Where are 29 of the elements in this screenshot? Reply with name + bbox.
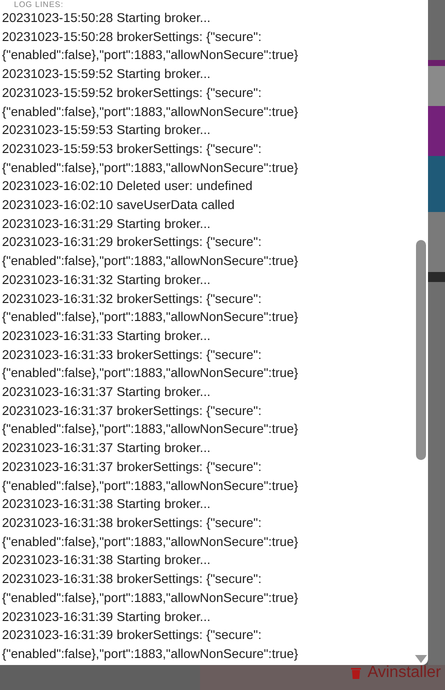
trash-icon bbox=[351, 667, 362, 679]
log-line: 20231023-16:31:32 brokerSettings: {"secure": {"enabled":false},"port":1883,"allowNonSecure":true} bbox=[2, 290, 300, 326]
log-line: 20231023-16:02:10 saveUserData called bbox=[2, 196, 236, 214]
log-line: 20231023-16:02:10 Deleted user: undefined bbox=[2, 177, 254, 196]
log-line: 20231023-15:50:28 Starting broker... bbox=[2, 9, 212, 27]
uninstall-button[interactable]: Avinstaller bbox=[351, 661, 445, 685]
scrollbar-thumb[interactable] bbox=[416, 240, 426, 460]
log-label: LOG LINES: bbox=[13, 0, 64, 9]
log-line: 20231023-15:59:53 brokerSettings: {"secure": {"enabled":false},"port":1883,"allowNonSecure":true} bbox=[2, 140, 300, 177]
log-line: 20231023-16:31:37 Starting broker... bbox=[2, 439, 212, 458]
log-line: 20231023-16:31:39 Starting broker... bbox=[2, 608, 212, 626]
log-line: 20231023-16:31:33 brokerSettings: {"secure": {"enabled":false},"port":1883,"allowNonSecure":true} bbox=[2, 346, 300, 382]
log-line: 20231023-15:59:53 Starting broker... bbox=[2, 121, 212, 140]
log-line: 20231023-16:31:37 brokerSettings: {"secure": {"enabled":false},"port":1883,"allowNonSecure":true} bbox=[2, 458, 300, 495]
log-line: 20231023-16:31:38 brokerSettings: {"secure": {"enabled":false},"port":1883,"allowNonSecure":true} bbox=[2, 570, 300, 607]
log-line: 20231023-15:59:52 brokerSettings: {"secure": {"enabled":false},"port":1883,"allowNonSecure":true} bbox=[2, 84, 300, 121]
log-line: 20231023-16:31:29 Starting broker... bbox=[2, 214, 212, 233]
log-line: 20231023-15:50:28 brokerSettings: {"secure": {"enabled":false},"port":1883,"allowNonSecure":true} bbox=[2, 28, 300, 64]
log-line: 20231023-16:31:38 brokerSettings: {"secure": {"enabled":false},"port":1883,"allowNonSecure":true} bbox=[2, 514, 300, 551]
log-line: 20231023-16:31:39 brokerSettings: {"secure": {"enabled":false},"port":1883,"allowNonSecure":true} bbox=[2, 626, 300, 663]
log-line: 20231023-15:59:52 Starting broker... bbox=[2, 65, 212, 84]
log-line: 20231023-16:31:38 Starting broker... bbox=[2, 495, 212, 514]
log-line: 20231023-16:31:38 Starting broker... bbox=[2, 551, 212, 570]
log-line: 20231023-16:31:32 Starting broker... bbox=[2, 270, 212, 289]
log-line: 20231023-16:31:37 Starting broker... bbox=[2, 383, 212, 402]
scroll-down-icon[interactable] bbox=[415, 655, 427, 663]
log-line: 20231023-16:31:29 brokerSettings: {"secure": {"enabled":false},"port":1883,"allowNonSecure":true} bbox=[2, 233, 300, 270]
log-line: 20231023-16:31:37 brokerSettings: {"secure": {"enabled":false},"port":1883,"allowNonSecure":true} bbox=[2, 402, 300, 438]
log-line: 20231023-16:31:33 Starting broker... bbox=[2, 326, 212, 345]
